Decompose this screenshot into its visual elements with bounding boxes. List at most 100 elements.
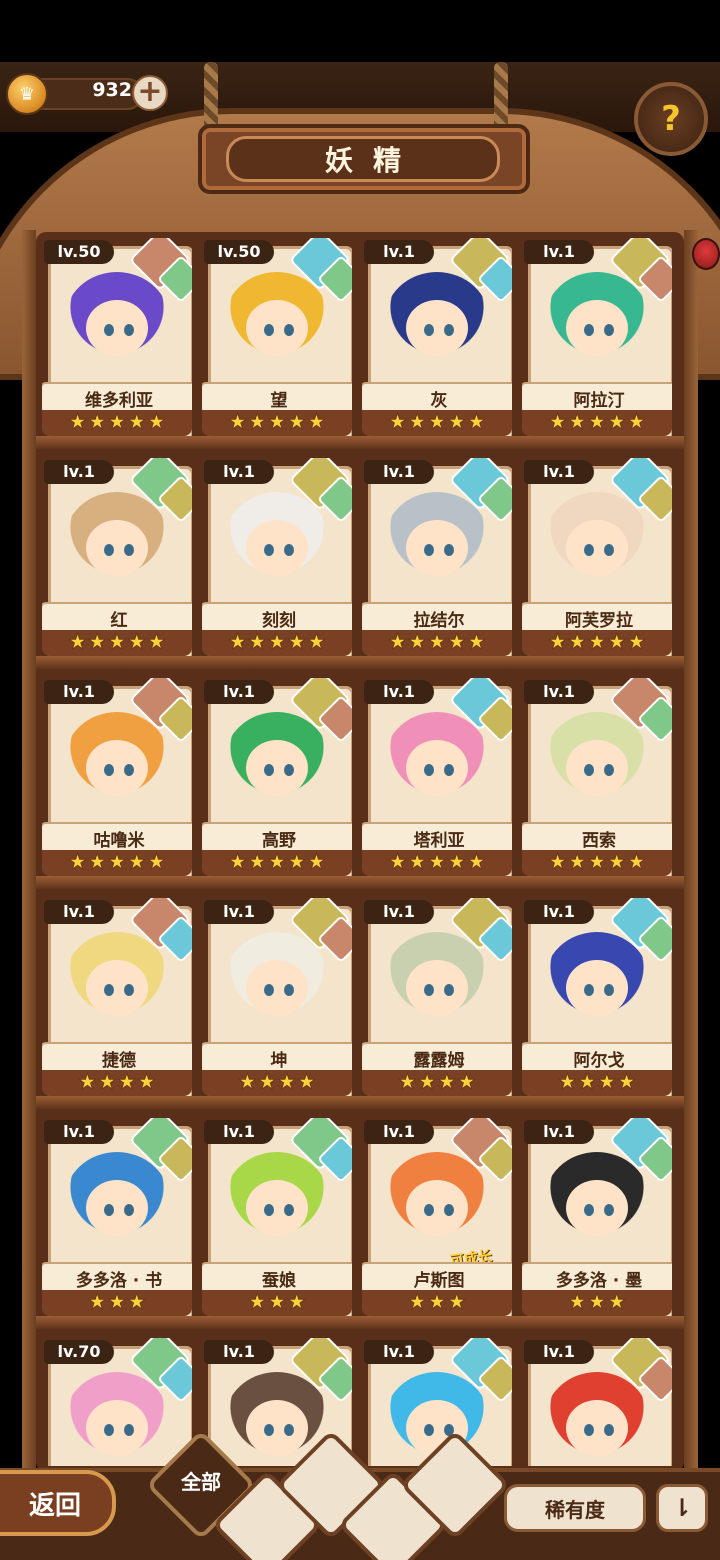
sprite-card[interactable]: lv.1 刻刻 ★★★★★ [202,458,352,658]
sort-order-icon[interactable]: ⇂ [656,1484,708,1532]
sprite-face [406,960,468,1016]
star-rating: ★★★ [522,1290,672,1316]
star-rating: ★★★★★ [522,850,672,876]
star-icons: ★★★★★ [387,630,487,655]
title-board: 妖精 [198,124,530,194]
filter-all-label: 全部 [181,1470,221,1494]
sprite-eye [284,544,294,556]
sprite-face [246,300,308,356]
level-badge: lv.1 [524,1120,594,1144]
sprite-card[interactable]: lv.1 多多洛 · 书 ★★★ [42,1118,192,1318]
star-rating: ★★★★★ [522,630,672,656]
sprite-eye [264,1204,274,1216]
sprite-portrait [544,492,650,592]
sprite-name: 蚕娘 [262,1270,296,1291]
level-badge: lv.1 [524,240,594,264]
add-currency-button[interactable]: + [132,75,168,111]
sprite-portrait [544,1152,650,1252]
sort-rarity-button[interactable]: 稀有度 [504,1484,646,1532]
back-label: 返回 [28,1490,81,1521]
sprite-card[interactable]: lv.1 阿芙罗拉 ★★★★★ [522,458,672,658]
sprite-eye [104,544,114,556]
level-badge: lv.1 [44,680,114,704]
star-icons: ★★★★★ [227,410,327,435]
sprite-name: 咕噜米 [93,830,145,851]
sprite-card[interactable]: lv.1 坤 ★★★★ [202,898,352,1098]
star-rating: ★★★★★ [202,850,352,876]
ladybug-icon[interactable] [692,238,720,270]
sprite-name: 阿芙罗拉 [565,610,633,631]
level-badge: lv.1 [204,1340,274,1364]
sprite-portrait [64,1152,170,1252]
sprite-name: 露露姆 [413,1050,465,1071]
sprite-name: 红 [110,610,128,631]
star-icons: ★★★ [567,1290,627,1315]
sprite-portrait [224,712,330,812]
sprite-eye [104,324,114,336]
sprite-card[interactable]: lv.1 可成长 卢斯图 ★★★ [362,1118,512,1318]
star-rating: ★★★★★ [362,630,512,656]
page-title: 妖精 [324,144,421,177]
sprite-face [246,960,308,1016]
sprite-card[interactable]: lv.70 [42,1338,192,1466]
sprite-card[interactable]: lv.1 阿拉汀 ★★★★★ [522,238,672,438]
star-icons: ★★★★★ [67,630,167,655]
sprite-card[interactable]: lv.1 阿尔戈 ★★★★ [522,898,672,1098]
sprite-name: 拉结尔 [413,610,465,631]
currency-display: ♛ 932 + [6,73,168,115]
sprite-name: 灰 [430,390,448,411]
sprite-card[interactable]: lv.1 蚕娘 ★★★ [202,1118,352,1318]
star-rating: ★★★ [202,1290,352,1316]
sprite-card[interactable]: lv.1 西索 ★★★★★ [522,678,672,878]
star-icons: ★★★★ [397,1070,477,1095]
sprite-face [246,1180,308,1236]
level-badge: lv.1 [204,1120,274,1144]
sprite-card[interactable]: lv.1 高野 ★★★★★ [202,678,352,878]
star-rating: ★★★★★ [362,410,512,436]
star-rating: ★★★★★ [522,410,672,436]
sprite-card[interactable]: lv.1 多多洛 · 墨 ★★★ [522,1118,672,1318]
sprite-card[interactable]: lv.50 望 ★★★★★ [202,238,352,438]
sprite-card[interactable]: lv.1 灰 ★★★★★ [362,238,512,438]
sprite-collection-screen: ♛ 932 + ? 妖精 lv.50 维多利亚 ★★★★★ lv.50 望 ★★★★★ lv… [0,0,720,1560]
sprite-portrait [224,932,330,1032]
sprite-name: 卢斯图 [413,1270,465,1291]
level-badge: lv.1 [524,900,594,924]
sprite-name: 西索 [582,830,616,851]
sprite-card[interactable]: lv.1 塔利亚 ★★★★★ [362,678,512,878]
star-icons: ★★★★ [557,1070,637,1095]
sprite-name: 高野 [262,830,296,851]
sprite-card[interactable]: lv.1 [522,1338,672,1466]
level-badge: lv.1 [44,900,114,924]
sprite-eye [124,1424,134,1436]
sprite-portrait [64,492,170,592]
sprite-card[interactable]: lv.1 露露姆 ★★★★ [362,898,512,1098]
help-button[interactable]: ? [634,82,708,156]
sprite-name: 捷德 [102,1050,136,1071]
currency-value: 932 [92,79,132,101]
level-badge: lv.1 [364,680,434,704]
sprite-card[interactable]: lv.1 红 ★★★★★ [42,458,192,658]
sprite-eye [284,324,294,336]
sprite-card[interactable]: lv.50 维多利亚 ★★★★★ [42,238,192,438]
sprite-eye [604,324,614,336]
sprite-eye [604,1204,614,1216]
sprite-eye [104,1424,114,1436]
sprite-eye [444,1204,454,1216]
level-badge: lv.50 [204,240,274,264]
star-icons: ★★★ [407,1290,467,1315]
level-badge: lv.1 [204,680,274,704]
star-icons: ★★★★★ [227,630,327,655]
sprite-face [406,300,468,356]
star-icons: ★★★★★ [67,410,167,435]
sprite-card[interactable]: lv.1 咕噜米 ★★★★★ [42,678,192,878]
sprite-face [406,740,468,796]
sprite-face [406,520,468,576]
sprite-card[interactable]: lv.1 捷德 ★★★★ [42,898,192,1098]
sprite-name: 塔利亚 [413,830,465,851]
back-button[interactable]: 返回 [0,1470,116,1536]
sprite-eye [424,1204,434,1216]
sprite-card[interactable]: lv.1 拉结尔 ★★★★★ [362,458,512,658]
sprite-name: 维多利亚 [85,390,153,411]
sprite-face [566,300,628,356]
